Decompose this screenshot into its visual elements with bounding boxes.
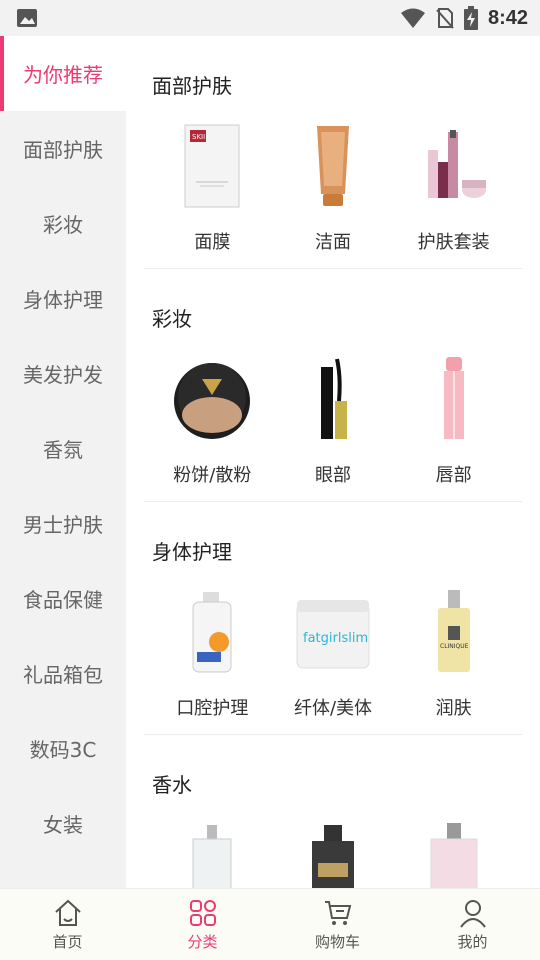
section-body-care: 身体护理 口腔护理 fatgirlslim 纤体/美体 CLINIQUE 润肤 [126, 527, 540, 734]
svg-text:SKII: SKII [192, 133, 205, 141]
svg-text:CLINIQUE: CLINIQUE [440, 643, 469, 650]
category-cell-cleanser[interactable]: 洁面 [273, 111, 394, 268]
cell-label: 纤体/美体 [293, 698, 373, 719]
category-cell-moisturize[interactable]: CLINIQUE 润肤 [393, 577, 514, 734]
perfume-bottle-image [288, 815, 378, 888]
mascara-image [288, 349, 378, 449]
sidebar-item-recommended[interactable]: 为你推荐 [0, 36, 126, 111]
user-icon [459, 900, 486, 928]
image-icon [17, 9, 37, 27]
category-cell-skincare-set[interactable]: 护肤套装 [393, 111, 514, 268]
category-cell-mask[interactable]: SKII 面膜 [152, 111, 273, 268]
category-icon [189, 900, 216, 926]
powder-compact-image [167, 349, 257, 449]
sidebar-item-hair-care[interactable]: 美发护发 [0, 336, 126, 411]
category-cell-perfume-3[interactable] [393, 810, 514, 888]
wifi-icon [400, 8, 425, 28]
category-cell-slimming[interactable]: fatgirlslim 纤体/美体 [273, 577, 394, 734]
sidebar-item-body-care[interactable]: 身体护理 [0, 261, 126, 336]
sidebar-item-womens-clothing[interactable]: 女装 [0, 786, 126, 861]
section-face-care: 面部护肤 SKII 面膜 洁面 护肤套装 [126, 61, 540, 268]
nav-category[interactable]: 分类 [135, 889, 270, 960]
nav-label: 首页 [52, 933, 83, 951]
category-cell-perfume-2[interactable] [273, 810, 394, 888]
section-title: 彩妆 [152, 307, 192, 331]
status-time: 8:42 [487, 6, 528, 29]
skincare-set-image [409, 116, 499, 216]
sidebar-item-food-health[interactable]: 食品保健 [0, 561, 126, 636]
section-makeup: 彩妆 粉饼/散粉 眼部 唇部 [126, 294, 540, 501]
status-bar: 8:42 [0, 0, 540, 36]
nav-profile[interactable]: 我的 [405, 889, 540, 960]
nav-label: 分类 [187, 933, 218, 951]
sidebar-item-gifts-bags[interactable]: 礼品箱包 [0, 636, 126, 711]
section-divider [144, 268, 522, 269]
nav-cart[interactable]: 购物车 [270, 889, 405, 960]
cell-label: 面膜 [194, 232, 231, 253]
category-sidebar: 为你推荐 面部护肤 彩妆 身体护理 美发护发 香氛 男士护肤 食品保健 礼品箱包… [0, 36, 126, 888]
section-divider [144, 501, 522, 502]
section-title: 面部护肤 [152, 74, 232, 98]
cell-label: 洁面 [315, 232, 351, 253]
nav-label: 购物车 [314, 933, 360, 951]
cleanser-image [288, 116, 378, 216]
category-content: 面部护肤 SKII 面膜 洁面 护肤套装 彩妆 粉饼/散粉 眼部 唇部 身体护理… [126, 36, 540, 888]
sidebar-item-face-care[interactable]: 面部护肤 [0, 111, 126, 186]
body-cream-image: fatgirlslim [288, 582, 378, 682]
cart-icon [324, 901, 351, 925]
mask-image: SKII [167, 116, 257, 216]
lip-balm-image [409, 349, 499, 449]
section-title: 香水 [152, 773, 192, 797]
category-cell-oral-care[interactable]: 口腔护理 [152, 577, 273, 734]
battery-charging-icon [463, 6, 478, 30]
sidebar-item-makeup[interactable]: 彩妆 [0, 186, 126, 261]
section-divider [144, 734, 522, 735]
perfume-bottle-image [409, 815, 499, 888]
sidebar-item-fragrance[interactable]: 香氛 [0, 411, 126, 486]
cell-label: 润肤 [435, 698, 472, 719]
section-perfume: 香水 [126, 760, 540, 888]
cell-label: 唇部 [435, 465, 472, 486]
nav-home[interactable]: 首页 [0, 889, 135, 960]
perfume-bottle-image [167, 815, 257, 888]
home-icon [54, 899, 81, 926]
mouthwash-image [167, 582, 257, 682]
lotion-image: CLINIQUE [409, 582, 499, 682]
no-sim-icon [436, 8, 454, 29]
category-cell-lips[interactable]: 唇部 [393, 344, 514, 501]
cell-label: 护肤套装 [417, 232, 490, 253]
section-title: 身体护理 [152, 540, 232, 564]
category-cell-powder[interactable]: 粉饼/散粉 [152, 344, 273, 501]
svg-text:fatgirlslim: fatgirlslim [303, 631, 368, 646]
cell-label: 粉饼/散粉 [173, 465, 252, 486]
category-cell-perfume-1[interactable] [152, 810, 273, 888]
category-cell-eyes[interactable]: 眼部 [273, 344, 394, 501]
bottom-navigation: 首页 分类 购物车 我的 [0, 888, 540, 960]
cell-label: 口腔护理 [176, 698, 249, 719]
sidebar-item-mens-care[interactable]: 男士护肤 [0, 486, 126, 561]
cell-label: 眼部 [315, 465, 351, 486]
nav-label: 我的 [457, 933, 488, 951]
sidebar-item-digital[interactable]: 数码3C [0, 711, 126, 786]
